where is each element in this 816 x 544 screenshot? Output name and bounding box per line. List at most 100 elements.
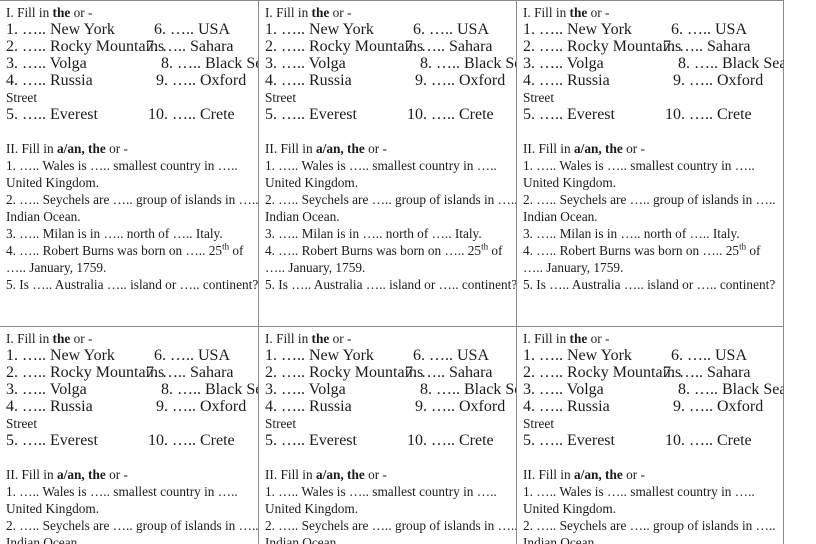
question-item: 3. ….. Volga (523, 55, 604, 72)
question-item: 4. ….. Russia (523, 72, 610, 89)
question-item: 9. ….. Oxford (415, 72, 506, 89)
question-item: 8. ….. Black Sea (161, 381, 258, 398)
exercise-2-title-bold: a/an, the (315, 467, 365, 482)
question-item: 2. ….. Seychels are ….. group of islands… (265, 518, 516, 533)
worksheet-cell: I. Fill in the or - 1. ….. New York 6. ….… (0, 1, 258, 326)
question-item: 6. ….. USA (154, 347, 231, 364)
worksheet-cell: I. Fill in the or - 1. ….. New York 6. ….… (258, 1, 516, 326)
question-item: 8. ….. Black Sea (161, 55, 258, 72)
question-item: 3. ….. Milan is in ….. north of ….. Ital… (265, 226, 482, 241)
question-item: 1. ….. New York (6, 21, 115, 38)
wrap-line: Street (6, 90, 38, 105)
wrap-line: Street (6, 416, 38, 431)
question-row: 2. ….. Rocky Mountains 7. ….. Sahara (6, 38, 252, 55)
exercise-1-title-bold: the (569, 5, 588, 20)
question-item: 5. ….. Everest (6, 106, 98, 123)
question-item: 9. ….. Oxford (673, 398, 764, 415)
exercise-2-title: II. Fill in a/an, the or - (6, 140, 252, 157)
wrap-line: Street (523, 90, 555, 105)
worksheet-cell: I. Fill in the or - 1. ….. New York 6. ….… (516, 1, 784, 326)
exercise-1-title: I. Fill in the or - (6, 330, 252, 347)
exercise-1-title-prefix: I. Fill in (265, 5, 312, 20)
question-row: 2. ….. Rocky Mountains 7. ….. Sahara (265, 38, 510, 55)
worksheet-cell: I. Fill in the or - 1. ….. New York 6. ….… (0, 326, 258, 544)
question-item: 5. ….. Everest (265, 106, 357, 123)
question-item: 2. ….. Seychels are ….. group of islands… (523, 518, 776, 533)
question-item: 10. ….. Crete (148, 432, 235, 449)
exercise-2-title-bold: a/an, the (573, 467, 623, 482)
exercise-2-title: II. Fill in a/an, the or - (265, 140, 510, 157)
question-row: 4. ….. Russia 9. ….. Oxford (6, 398, 252, 415)
exercise-2-title-prefix: II. Fill in (523, 467, 574, 482)
question-row: 3. ….. Volga 8. ….. Black Sea (6, 55, 258, 72)
exercise-2-title: II. Fill in a/an, the or - (523, 466, 778, 483)
question-row: 4. ….. Russia 9. ….. Oxford (523, 398, 778, 415)
question-row: 4. ….. Russia 9. ….. Oxford (265, 72, 510, 89)
wrap-line: United Kingdom. (6, 501, 100, 516)
exercise-1-title-prefix: I. Fill in (523, 5, 570, 20)
exercise-1-title: I. Fill in the or - (265, 330, 510, 347)
exercise-2-title-bold: a/an, the (56, 141, 106, 156)
question-row: 3. ….. Volga 8. ….. Black Sea (265, 55, 516, 72)
question-item: 5. ….. Everest (523, 106, 615, 123)
exercise-2-title-bold: a/an, the (573, 141, 623, 156)
question-item: 6. ….. USA (413, 21, 490, 38)
question-item: 9. ….. Oxford (415, 398, 506, 415)
exercise-2-title-prefix: II. Fill in (265, 467, 316, 482)
wrap-line: Street (265, 416, 297, 431)
question-item: 1. ….. Wales is ….. smallest country in … (6, 484, 238, 499)
question-item: 2. ….. Rocky Mountains (265, 38, 424, 55)
question-item: 2. ….. Rocky Mountains (6, 38, 165, 55)
question-item: 8. ….. Black Sea (420, 381, 516, 398)
exercise-2-title-prefix: II. Fill in (6, 467, 57, 482)
question-item: 1. ….. Wales is ….. smallest country in … (523, 158, 755, 173)
worksheet-cell: I. Fill in the or - 1. ….. New York 6. ….… (258, 326, 516, 544)
question-item: 3. ….. Milan is in ….. north of ….. Ital… (523, 226, 740, 241)
question-row: 2. ….. Rocky Mountains 7. ….. Sahara (6, 364, 252, 381)
question-item: 6. ….. USA (154, 21, 231, 38)
question-row: 2. ….. Rocky Mountains 7. ….. Sahara (523, 38, 778, 55)
question-row: 5. ….. Everest 10. ….. Crete (6, 106, 252, 123)
question-item: 1. ….. New York (265, 347, 374, 364)
exercise-1-title-bold: the (569, 331, 588, 346)
exercise-2-title-suffix: or - (364, 467, 387, 482)
question-item: 8. ….. Black Sea (678, 381, 784, 398)
wrap-line: United Kingdom. (6, 175, 100, 190)
question-item: 7. ….. Sahara (405, 364, 493, 381)
question-item: 3. ….. Volga (265, 381, 346, 398)
question-item: 4. ….. Robert Burns was born on ….. 25th… (265, 242, 510, 259)
wrap-line: United Kingdom. (523, 501, 617, 516)
exercise-1-title-bold: the (52, 5, 71, 20)
exercise-2-title-suffix: or - (105, 467, 128, 482)
question-item: 2. ….. Seychels are ….. group of islands… (523, 192, 776, 207)
exercise-1-title-prefix: I. Fill in (265, 331, 312, 346)
question-item: 7. ….. Sahara (405, 38, 493, 55)
question-item: 4. ….. Russia (265, 398, 352, 415)
question-row: 1. ….. New York 6. ….. USA (6, 21, 252, 38)
question-text: 4. ….. Robert Burns was born on ….. 25 (523, 243, 740, 258)
question-item: 3. ….. Milan is in ….. north of ….. Ital… (6, 226, 223, 241)
question-item: 1. ….. Wales is ….. smallest country in … (6, 158, 238, 173)
wrap-line: Indian Ocean. (523, 209, 598, 224)
question-item: 9. ….. Oxford (156, 72, 247, 89)
wrap-line: Indian Ocean. (6, 209, 81, 224)
question-text: 4. ….. Robert Burns was born on ….. 25 (6, 243, 223, 258)
exercise-2-title-suffix: or - (364, 141, 387, 156)
question-item: 3. ….. Volga (6, 381, 87, 398)
question-item: 5. Is ….. Australia ….. island or ….. co… (265, 277, 516, 292)
exercise-2-title-bold: a/an, the (56, 467, 106, 482)
question-row: 3. ….. Volga 8. ….. Black Sea (6, 381, 258, 398)
wrap-line: United Kingdom. (523, 175, 617, 190)
question-item: 6. ….. USA (671, 21, 748, 38)
question-item: 5. ….. Everest (265, 432, 357, 449)
question-item: 3. ….. Volga (6, 55, 87, 72)
question-item: 9. ….. Oxford (673, 72, 764, 89)
exercise-2-title-bold: a/an, the (315, 141, 365, 156)
question-item: 2. ….. Seychels are ….. group of islands… (265, 192, 516, 207)
question-item: 3. ….. Volga (523, 381, 604, 398)
